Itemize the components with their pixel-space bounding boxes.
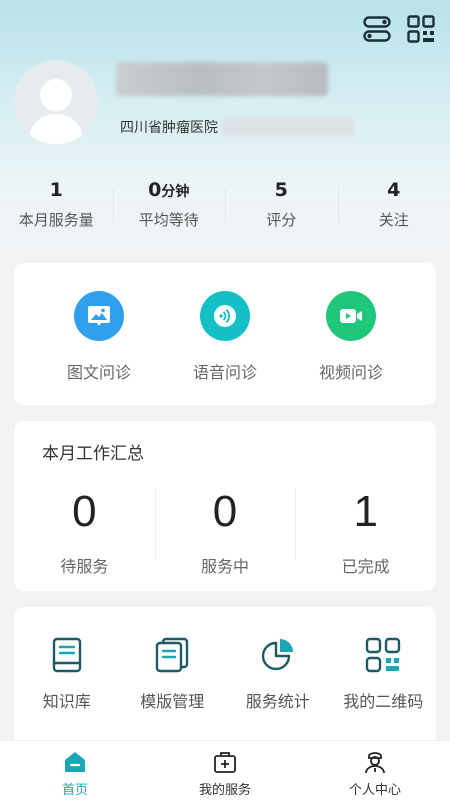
consult-image-text-button[interactable]: 图文问诊	[44, 291, 154, 383]
tool-my-qrcode[interactable]: 我的二维码	[331, 635, 437, 712]
bottom-tab-bar: 首页 我的服务 个人中心	[0, 740, 450, 800]
consult-label: 语音问诊	[192, 363, 257, 382]
department-redacted	[222, 118, 354, 136]
tab-home[interactable]: 首页	[0, 741, 150, 800]
stat-unit: 分钟	[161, 184, 190, 200]
consult-label: 视频问诊	[318, 363, 383, 382]
pie-chart-icon	[258, 635, 298, 675]
hospital-row: 四川省肿瘤医院	[120, 117, 354, 137]
stat-value: 4	[387, 179, 401, 201]
template-icon	[152, 635, 192, 675]
stats-bar: 1 本月服务量 0分钟 平均等待 5 评分 4 关注	[0, 176, 450, 236]
consult-voice-button[interactable]: 语音问诊	[170, 291, 280, 383]
summary-label: 待服务	[60, 557, 109, 576]
summary-value: 0	[72, 487, 97, 536]
consult-label: 图文问诊	[66, 363, 131, 382]
stat-label: 本月服务量	[18, 211, 94, 229]
hospital-name: 四川省肿瘤医院	[120, 120, 218, 136]
home-icon	[61, 748, 89, 776]
tool-label: 我的二维码	[343, 692, 424, 711]
book-icon	[47, 635, 87, 675]
monthly-summary-card: 本月工作汇总 0 待服务 0 服务中 1 已完成	[14, 421, 436, 591]
summary-completed[interactable]: 1 已完成	[295, 481, 436, 577]
video-icon	[326, 291, 376, 341]
summary-title: 本月工作汇总	[42, 444, 144, 464]
avatar[interactable]	[14, 60, 98, 144]
summary-pending[interactable]: 0 待服务	[14, 481, 155, 577]
doctor-icon	[361, 748, 389, 776]
stat-label: 关注	[378, 211, 409, 229]
tool-template-management[interactable]: 模版管理	[120, 635, 226, 712]
stat-label: 平均等待	[138, 211, 199, 229]
consult-video-button[interactable]: 视频问诊	[296, 291, 406, 383]
stat-value: 0	[148, 179, 162, 201]
header-actions	[362, 14, 436, 44]
stat-monthly-service[interactable]: 1 本月服务量	[0, 176, 113, 236]
voice-icon	[200, 291, 250, 341]
image-chat-icon	[74, 291, 124, 341]
tab-label: 我的服务	[198, 783, 251, 798]
tab-label: 个人中心	[348, 783, 401, 798]
tool-knowledge-base[interactable]: 知识库	[14, 635, 120, 712]
tab-my-services[interactable]: 我的服务	[150, 741, 300, 800]
stat-rating[interactable]: 5 评分	[225, 176, 338, 236]
stat-average-wait[interactable]: 0分钟 平均等待	[112, 176, 226, 236]
tool-label: 模版管理	[140, 692, 205, 711]
tab-personal-center[interactable]: 个人中心	[300, 741, 450, 800]
tool-label: 服务统计	[245, 692, 310, 711]
stat-label: 评分	[266, 211, 297, 229]
toggle-icon[interactable]	[362, 14, 392, 44]
consult-card: 图文问诊 语音问诊 视频问诊	[14, 263, 436, 405]
tool-service-statistics[interactable]: 服务统计	[225, 635, 331, 712]
tool-label: 知识库	[42, 692, 91, 711]
stat-value: 1	[49, 179, 63, 201]
summary-in-service[interactable]: 0 服务中	[154, 481, 296, 577]
qrcode-icon[interactable]	[406, 14, 436, 44]
stat-value: 5	[274, 179, 288, 201]
medical-kit-icon	[211, 748, 239, 776]
summary-label: 服务中	[201, 557, 250, 576]
summary-value: 0	[212, 487, 238, 536]
summary-label: 已完成	[341, 557, 390, 576]
tab-label: 首页	[61, 783, 88, 798]
qrcode-icon	[363, 635, 403, 675]
stat-followers[interactable]: 4 关注	[337, 176, 450, 236]
doctor-name-redacted	[116, 62, 328, 96]
tools-card: 知识库 模版管理 服务统计 我的二维码	[14, 607, 436, 757]
summary-value: 1	[353, 487, 378, 536]
